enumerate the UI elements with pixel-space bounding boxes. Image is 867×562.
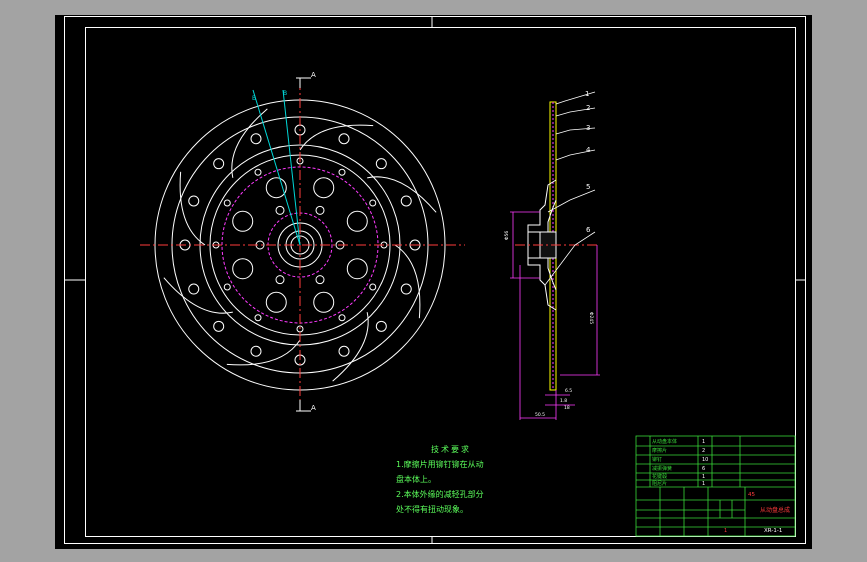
small-hole [223,283,231,291]
lightening-hole [232,210,254,232]
cut-label-right: B [283,90,287,97]
notes-line-3: 2.本体外缘的减轻孔部分 [396,490,484,499]
svg-text:铆钉: 铆钉 [652,456,662,463]
small-hole [369,199,377,207]
rivet-hole [188,195,200,207]
svg-text:6: 6 [702,466,705,472]
balloon-6: 6 [586,226,591,234]
section-label-top: A [311,71,316,79]
balloon-5: 5 [586,183,590,191]
hub-hole [275,275,285,285]
hub-hole [315,205,325,215]
rivet-hole [213,320,225,332]
svg-text:减振弹簧: 减振弹簧 [652,465,672,472]
rivet-hole [375,158,387,170]
svg-text:1: 1 [702,481,705,487]
lightening-hole [232,258,254,280]
lightening-hole [265,177,287,199]
notes-line-2: 盘本体上。 [396,475,436,484]
lightening-hole [346,258,368,280]
svg-text:阻尼片: 阻尼片 [652,480,667,487]
lightening-hole [313,291,335,313]
tb-qty: 1 [724,528,727,534]
svg-text:从动盘本体: 从动盘本体 [652,438,677,445]
svg-text:Φ56: Φ56 [504,231,510,240]
rivet-hole [213,158,225,170]
svg-text:1.8: 1.8 [560,398,567,404]
small-hole [338,314,346,322]
rivet-hole [400,283,412,295]
lightening-hole [313,177,335,199]
balloon-2: 2 [586,104,590,112]
svg-text:50.5: 50.5 [535,412,545,418]
rivet-hole [338,133,350,145]
tb-material: 45 [748,492,755,498]
section-label-bottom: A [311,404,316,412]
section-cut-lines [252,89,301,246]
svg-text:18: 18 [564,405,570,411]
tb-part-name: 从动盘总成 [760,506,790,514]
rivet-hole [250,345,262,357]
rivet-hole [400,195,412,207]
svg-text:1: 1 [702,474,705,480]
spiral-vane [299,124,374,151]
lightening-hole [346,210,368,232]
svg-text:2: 2 [702,448,705,454]
balloon-4: 4 [586,146,591,154]
rivet-hole [188,283,200,295]
lightening-hole [265,291,287,313]
notes-title: 技术要求 [431,445,471,454]
svg-text:1: 1 [702,439,705,445]
hub-hole [315,275,325,285]
svg-text:花键毂: 花键毂 [652,473,667,480]
small-hole [254,314,262,322]
rivet-hole [250,133,262,145]
notes-line-4: 处不得有扭动现象。 [396,505,468,514]
rivet-hole [338,345,350,357]
small-hole [223,199,231,207]
balloon-3: 3 [586,124,590,132]
spiral-vane [179,171,206,246]
notes-line-1: 1.摩擦片用铆钉铆在从动 [396,460,484,469]
small-hole [254,168,262,176]
tb-drawing-no: XR-1-1 [764,528,782,534]
cut-label-left: B [252,95,256,102]
small-hole [338,168,346,176]
svg-text:10: 10 [702,457,708,463]
side-view [527,101,557,391]
technical-notes: 技术要求 1.摩擦片用铆钉铆在从动 盘本体上。 2.本体外缘的减轻孔部分 处不得… [396,442,506,517]
small-hole [369,283,377,291]
rivet-hole [375,320,387,332]
svg-text:6.5: 6.5 [565,388,572,394]
hub-hole [275,205,285,215]
svg-text:摩擦片: 摩擦片 [652,447,667,454]
svg-text:Φ245: Φ245 [588,312,594,324]
balloon-1: 1 [585,90,589,98]
spiral-vane [394,244,421,319]
spiral-vane [226,339,301,366]
